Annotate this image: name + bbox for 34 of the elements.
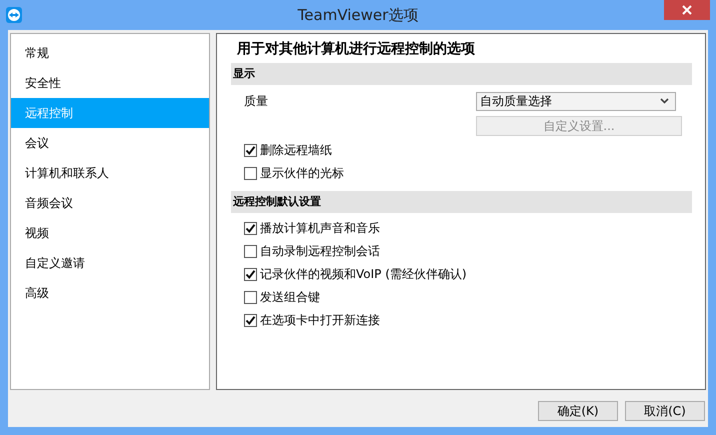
sidebar-item[interactable]: 计算机和联系人 [11, 158, 209, 188]
checkbox-label: 在选项卡中打开新连接 [260, 312, 380, 329]
sidebar-item[interactable]: 高级 [11, 278, 209, 308]
checkbox[interactable] [244, 144, 257, 157]
checkbox-label: 自动录制远程控制会话 [260, 243, 380, 260]
checkbox[interactable] [244, 314, 257, 327]
checkbox[interactable] [244, 245, 257, 258]
sidebar-item[interactable]: 音频会议 [11, 188, 209, 218]
checkbox[interactable] [244, 291, 257, 304]
checkbox-label: 显示伙伴的光标 [260, 165, 344, 182]
panel-title: 用于对其他计算机进行远程控制的选项 [236, 40, 476, 59]
section-heading: 远程控制默认设置 [233, 195, 321, 208]
sidebar-item[interactable]: 视频 [11, 218, 209, 248]
sidebar-item[interactable]: 自定义邀请 [11, 248, 209, 278]
app-logo-icon [5, 6, 23, 24]
section-heading: 显示 [233, 67, 255, 80]
checkbox[interactable] [244, 222, 257, 235]
quality-dropdown[interactable]: 自动质量选择 [476, 92, 676, 110]
dialog-button[interactable]: 取消(C) [625, 401, 705, 421]
close-button[interactable] [664, 0, 710, 20]
chevron-down-icon [660, 98, 669, 104]
checkbox[interactable] [244, 167, 257, 180]
quality-label: 质量 [244, 92, 269, 110]
checkbox-label: 播放计算机声音和音乐 [260, 220, 380, 237]
checkbox-label: 发送组合键 [260, 289, 320, 306]
window-title: TeamViewer选项 [298, 6, 418, 25]
close-icon [682, 5, 692, 15]
sidebar-item[interactable]: 常规 [11, 38, 209, 68]
dialog-button[interactable]: 确定(K) [538, 401, 618, 421]
checkbox[interactable] [244, 268, 257, 281]
sidebar-item[interactable]: 会议 [11, 128, 209, 158]
checkbox-label: 记录伙伴的视频和VoIP (需经伙伴确认) [260, 266, 467, 283]
sidebar-item[interactable]: 安全性 [11, 68, 209, 98]
checkbox-label: 删除远程墙纸 [260, 142, 332, 159]
